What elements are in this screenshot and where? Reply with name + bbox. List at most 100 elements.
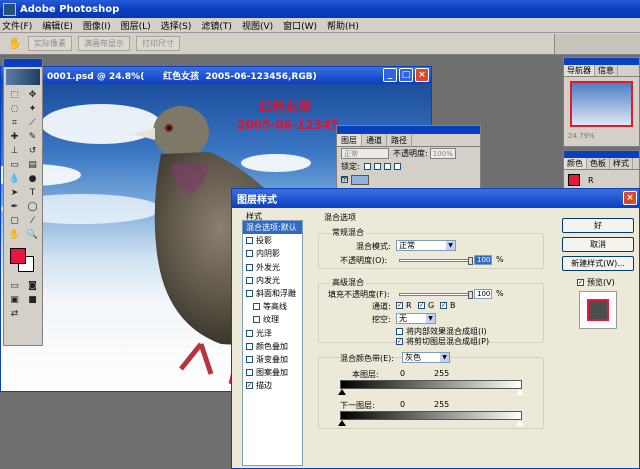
opacity-slider-knob[interactable]	[468, 257, 473, 265]
blend-clipped-option[interactable]: ✓ 将剪切图层混合成组(P)	[396, 336, 489, 347]
menu-filter[interactable]: 滤镜(T)	[201, 19, 232, 32]
style-item[interactable]: 等高线	[243, 300, 302, 313]
fill-opacity-input[interactable]: 100	[474, 289, 492, 299]
opacity-slider[interactable]	[399, 259, 471, 262]
navigator-zoom[interactable]: 24.79%	[568, 132, 595, 140]
tab-paths[interactable]: 路径	[387, 134, 412, 146]
brush-tool-icon[interactable]: ✎	[24, 130, 41, 143]
dodge-tool-icon[interactable]: ●	[24, 172, 41, 185]
style-checkbox[interactable]	[246, 290, 253, 298]
zoom-tool-icon[interactable]: 🔍	[24, 228, 41, 241]
menu-help[interactable]: 帮助(H)	[327, 19, 359, 32]
style-item[interactable]: 内发光	[243, 274, 302, 287]
underlying-layer-gradient[interactable]	[340, 411, 522, 420]
blend-if-select[interactable]: 灰色 ▼	[402, 352, 450, 363]
print-size-button[interactable]: 打印尺寸	[136, 36, 180, 51]
ok-button[interactable]: 好	[562, 218, 634, 233]
tab-layers[interactable]: 图层	[337, 134, 362, 146]
magic-wand-icon[interactable]: ✦	[24, 102, 41, 115]
style-item[interactable]: ✓ 描边	[243, 379, 302, 392]
menu-layer[interactable]: 图层(L)	[121, 19, 151, 32]
move-tool-icon[interactable]: ✥	[24, 88, 41, 101]
style-checkbox[interactable]	[246, 276, 253, 284]
menu-image[interactable]: 图像(I)	[83, 19, 111, 32]
checkbox-box[interactable]: ✓	[396, 338, 403, 345]
style-checkbox[interactable]	[246, 263, 253, 271]
blur-tool-icon[interactable]: 💧	[6, 172, 23, 185]
fill-opacity-slider-knob[interactable]	[468, 291, 473, 299]
layer-opacity-field[interactable]: 100%	[429, 148, 456, 159]
standard-mode-icon[interactable]: ▭	[6, 279, 23, 292]
pen-tool-icon[interactable]: ✒	[6, 200, 23, 213]
channel-r-checkbox[interactable]: ✓ R	[396, 301, 412, 310]
style-checkbox[interactable]	[246, 369, 253, 377]
style-checkbox[interactable]	[253, 316, 260, 324]
this-layer-gradient[interactable]	[340, 380, 522, 389]
tab-swatches[interactable]: 色板	[587, 158, 610, 169]
underlying-white-slider[interactable]	[516, 420, 524, 426]
checkbox-box[interactable]: ✓	[418, 302, 425, 309]
layers-panel-header[interactable]	[337, 126, 480, 134]
style-item[interactable]: 颜色叠加	[243, 340, 302, 353]
imageready-jump-icon[interactable]: ⇄	[6, 307, 23, 320]
layer-blend-mode-select[interactable]: 正常	[341, 148, 389, 159]
style-checkbox[interactable]	[253, 303, 260, 311]
menu-file[interactable]: 文件(F)	[2, 19, 32, 32]
style-item[interactable]: 纹理	[243, 313, 302, 326]
path-select-icon[interactable]: ➤	[6, 186, 23, 199]
style-item[interactable]: 渐变叠加	[243, 353, 302, 366]
knockout-select[interactable]: 无 ▼	[396, 313, 436, 324]
clone-stamp-icon[interactable]: ⊥	[6, 144, 23, 157]
menu-edit[interactable]: 编辑(E)	[42, 19, 73, 32]
blend-mode-select[interactable]: 正常 ▼	[396, 240, 456, 251]
navigator-panel-header[interactable]	[564, 58, 639, 65]
fill-opacity-slider[interactable]	[399, 293, 471, 296]
actual-pixels-button[interactable]: 实际像素	[28, 36, 72, 51]
document-titlebar[interactable]: 0001.psd @ 24.8%( 红色女孩 2005-06-123456,RG…	[1, 67, 431, 84]
channel-b-checkbox[interactable]: ✓ B	[440, 301, 456, 310]
tab-styles[interactable]: 样式	[610, 158, 633, 169]
style-item[interactable]: 投影	[243, 234, 302, 247]
navigator-thumbnail[interactable]	[570, 81, 633, 127]
opacity-input[interactable]: 100	[474, 255, 492, 265]
this-layer-white-slider[interactable]	[516, 389, 524, 395]
marquee-tool-icon[interactable]: ⬚	[6, 88, 23, 101]
history-brush-icon[interactable]: ↺	[24, 144, 41, 157]
crop-tool-icon[interactable]: ⌗	[6, 116, 23, 129]
minimize-button[interactable]: _	[383, 68, 397, 82]
gradient-tool-icon[interactable]: ▤	[24, 158, 41, 171]
eyedropper-icon[interactable]: ⁄	[24, 214, 41, 227]
dialog-close-button[interactable]: ×	[623, 191, 637, 205]
checkbox-box[interactable]: ✓	[396, 302, 403, 309]
underlying-black-slider[interactable]	[338, 420, 346, 426]
menu-select[interactable]: 选择(S)	[161, 19, 192, 32]
shape-tool-icon[interactable]: ◯	[24, 200, 41, 213]
menu-window[interactable]: 窗口(W)	[283, 19, 317, 32]
style-checkbox[interactable]	[246, 237, 253, 245]
slice-tool-icon[interactable]: ⟋	[24, 116, 41, 129]
lock-all-checkbox[interactable]	[393, 163, 401, 170]
foreground-color-swatch[interactable]	[10, 248, 26, 264]
fullscreen-mode-icon[interactable]: ■	[24, 293, 41, 306]
quick-mask-icon[interactable]: ◙	[24, 279, 41, 292]
dialog-titlebar[interactable]: 图层样式 ×	[232, 189, 639, 208]
tab-color[interactable]: 颜色	[564, 158, 587, 169]
lock-pixels-checkbox[interactable]	[373, 163, 381, 170]
lock-position-checkbox[interactable]	[383, 163, 391, 170]
type-tool-icon[interactable]: T	[24, 186, 41, 199]
preview-checkbox[interactable]: ✓ 预览(V)	[577, 277, 615, 288]
eraser-tool-icon[interactable]: ▭	[6, 158, 23, 171]
toolbox-header[interactable]	[4, 59, 42, 67]
screen-mode-icon[interactable]: ▣	[6, 293, 23, 306]
color-panel-header[interactable]	[564, 151, 639, 158]
checkbox-box[interactable]: ✓	[440, 302, 447, 309]
style-checkbox[interactable]	[246, 355, 253, 363]
checkbox-box[interactable]	[396, 328, 403, 335]
lock-transparency-checkbox[interactable]	[363, 163, 371, 170]
maximize-button[interactable]: □	[399, 68, 413, 82]
cancel-button[interactable]: 取消	[562, 237, 634, 252]
toolbox-logo[interactable]	[6, 69, 40, 85]
menu-view[interactable]: 视图(V)	[242, 19, 273, 32]
hand-tool-icon[interactable]: ✋	[6, 228, 23, 241]
style-item[interactable]: 外发光	[243, 261, 302, 274]
